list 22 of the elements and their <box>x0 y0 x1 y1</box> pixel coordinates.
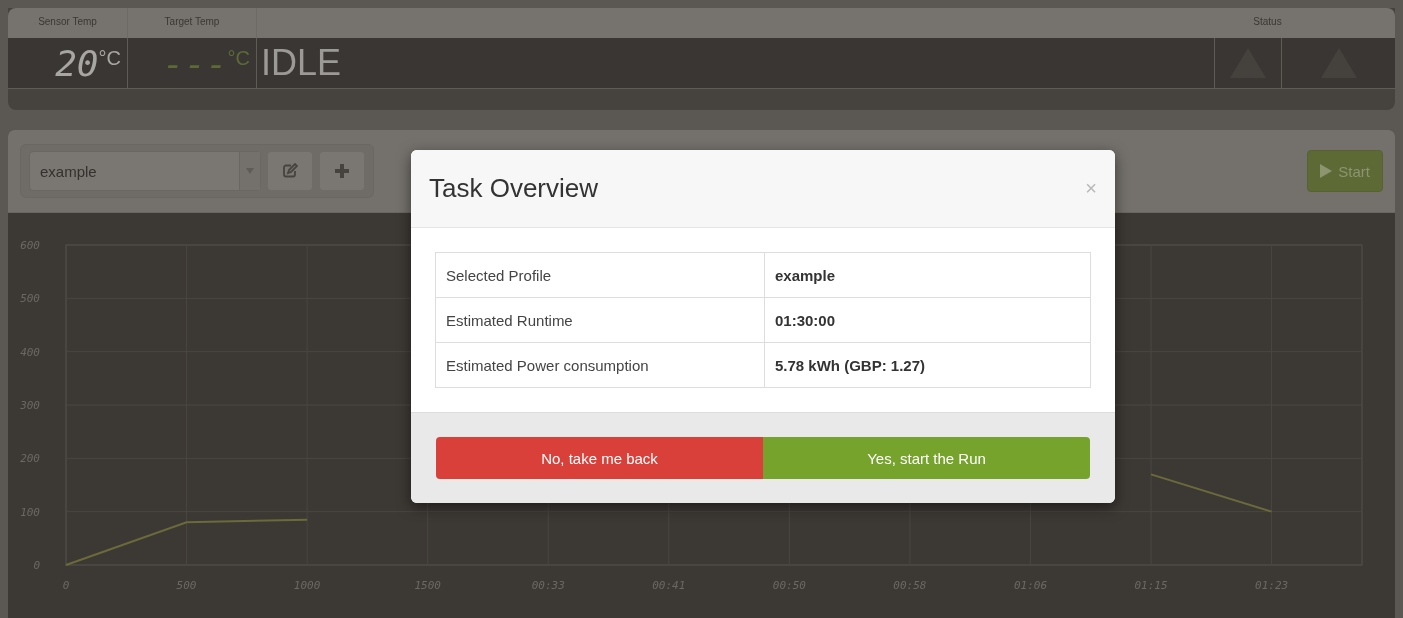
sensor-temperature: 20 <box>55 42 99 84</box>
close-button[interactable]: × <box>1085 177 1097 200</box>
state-label: IDLE <box>261 42 342 84</box>
edit-icon <box>282 163 298 179</box>
table-cell: Estimated Power consumption <box>435 342 765 388</box>
table-cell: example <box>764 252 1091 298</box>
profile-select[interactable]: example <box>29 151 261 191</box>
table-cell: 01:30:00 <box>764 297 1091 343</box>
column-header: Status <box>1252 15 1283 29</box>
add-button[interactable] <box>319 151 365 191</box>
plus-icon <box>335 164 349 178</box>
edit-button[interactable] <box>267 151 313 191</box>
start-button[interactable]: Start <box>1307 150 1383 192</box>
confirm-button[interactable]: Yes, start the Run <box>763 437 1090 479</box>
table-cell: Selected Profile <box>435 252 765 298</box>
table-cell: Estimated Runtime <box>435 297 765 343</box>
cancel-button[interactable]: No, take me back <box>436 437 763 479</box>
unit-label: °C <box>98 46 121 69</box>
target-temperature: --- <box>162 42 228 84</box>
table-cell: 5.78 kWh (GBP: 1.27) <box>764 342 1091 388</box>
play-icon <box>1320 164 1333 178</box>
dialog-title: Task Overview <box>429 173 599 204</box>
